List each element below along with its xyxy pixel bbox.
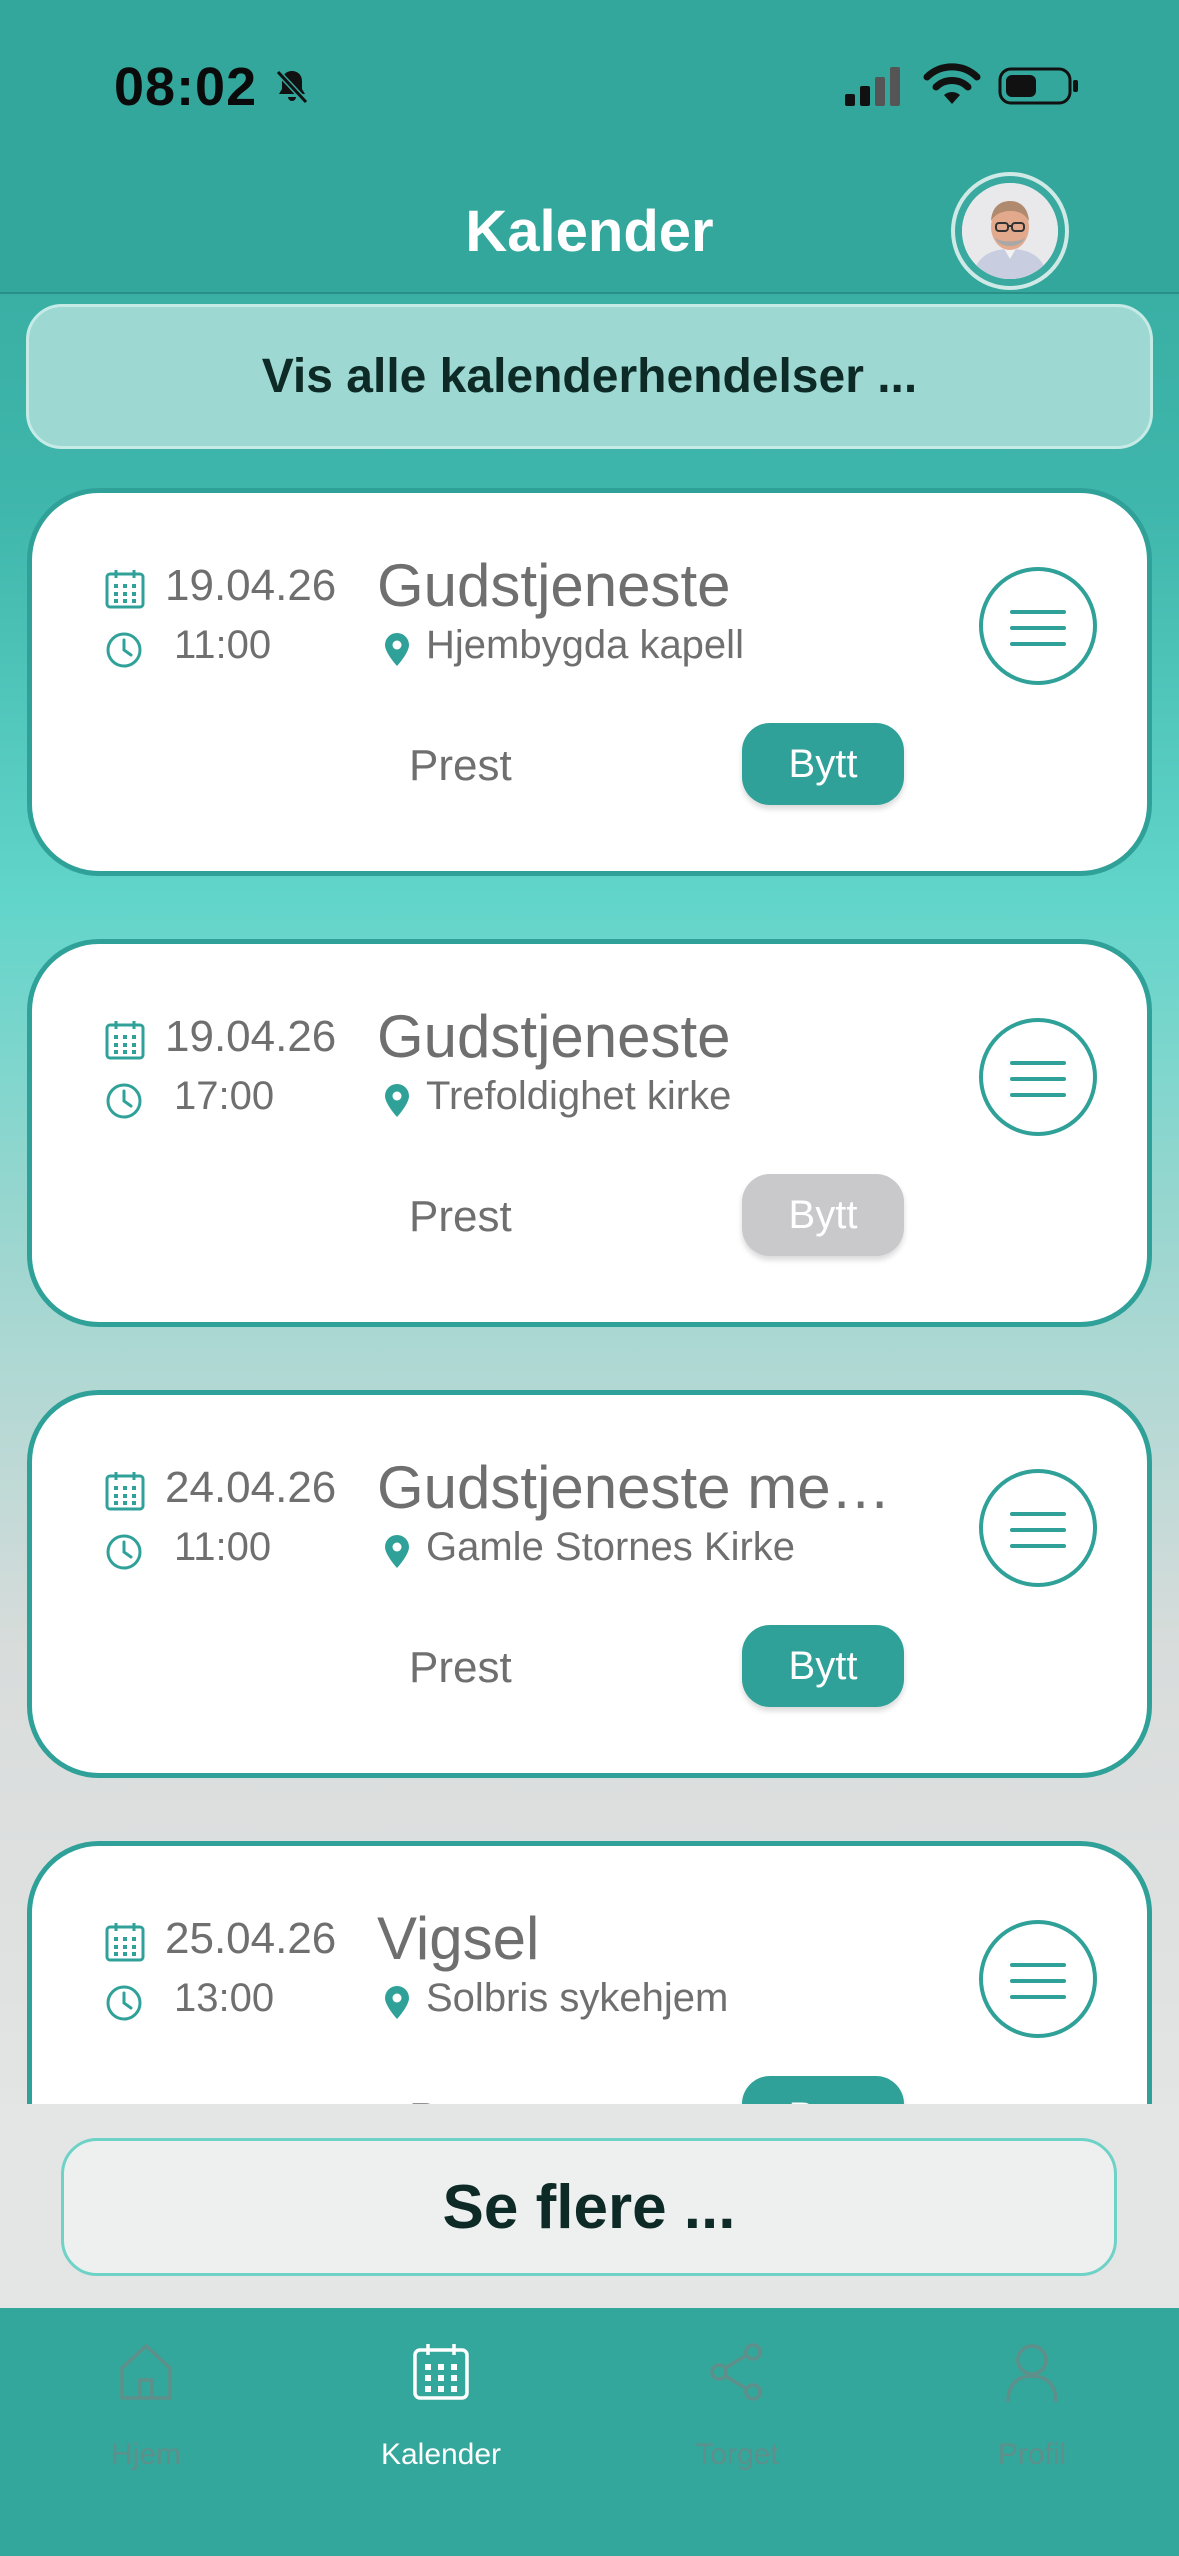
event-time: 11:00 (174, 623, 272, 667)
event-date: 19.04.26 (165, 561, 337, 610)
bell-muted-icon (275, 69, 309, 105)
event-date: 25.04.26 (165, 1914, 337, 1963)
event-card[interactable]: 25.04.26 13:00 Vigsel Solbris sykehjem P… (27, 1841, 1152, 2104)
clock-icon (106, 1534, 142, 1570)
tab-profile[interactable]: Profil (912, 2328, 1152, 2478)
location-pin-icon (385, 1986, 409, 2019)
event-role: Prest (409, 1192, 512, 1241)
tab-label: Torget (695, 2438, 779, 2471)
tab-label: Profil (997, 2438, 1067, 2471)
event-location: Hjembygda kapell (426, 623, 744, 667)
clock-icon (106, 1083, 142, 1119)
tab-calendar[interactable]: Kalender (321, 2328, 561, 2478)
event-role: Prest (409, 2094, 512, 2104)
share-icon (710, 2343, 762, 2401)
location-pin-icon (385, 633, 409, 666)
home-icon (120, 2344, 172, 2400)
event-menu-button[interactable] (979, 1920, 1097, 2038)
wifi-icon (923, 63, 981, 104)
swap-button[interactable]: Bytt (742, 723, 904, 805)
hamburger-menu-icon (1010, 610, 1066, 614)
event-time: 17:00 (174, 1074, 275, 1118)
tab-label: Kalender (380, 2438, 502, 2471)
battery-icon (998, 67, 1078, 105)
hamburger-menu-icon (1010, 1061, 1066, 1065)
tab-home[interactable]: Hjem (26, 2328, 266, 2478)
event-list[interactable]: 19.04.26 11:00 Gudstjeneste Hjembygda ka… (0, 470, 1179, 2104)
show-all-events-button[interactable]: Vis alle kalenderhendelser ... (26, 304, 1153, 449)
status-bar: 08:02 (0, 0, 1179, 170)
tab-label: Hjem (110, 2438, 181, 2471)
event-card[interactable]: 19.04.26 17:00 Gudstjeneste Trefoldighet… (27, 939, 1152, 1327)
clock-icon (106, 632, 142, 668)
status-time: 08:02 (114, 57, 258, 117)
avatar[interactable] (962, 183, 1058, 279)
event-role: Prest (409, 741, 512, 790)
tab-bar: Hjem Kalender Torget Profil (0, 2308, 1179, 2556)
calendar-icon (105, 570, 145, 609)
event-title: Gudstjeneste (377, 1003, 731, 1070)
event-role: Prest (409, 1643, 512, 1692)
profile-icon (1006, 2344, 1058, 2403)
avatar-image-icon (962, 183, 1058, 279)
event-card[interactable]: 19.04.26 11:00 Gudstjeneste Hjembygda ka… (27, 488, 1152, 876)
event-title: Gudstjeneste me… (377, 1454, 891, 1521)
event-location: Trefoldighet kirke (426, 1074, 732, 1118)
event-menu-button[interactable] (979, 1018, 1097, 1136)
event-date: 19.04.26 (165, 1012, 337, 1061)
location-pin-icon (385, 1084, 409, 1117)
event-card[interactable]: 24.04.26 11:00 Gudstjeneste me… Gamle St… (27, 1390, 1152, 1778)
event-menu-button[interactable] (979, 1469, 1097, 1587)
hamburger-menu-icon (1010, 1512, 1066, 1516)
event-time: 13:00 (174, 1976, 275, 2020)
tab-torget[interactable]: Torget (617, 2328, 857, 2478)
event-date: 24.04.26 (165, 1463, 337, 1512)
swap-button: Bytt (742, 1174, 904, 1256)
hamburger-menu-icon (1010, 1963, 1066, 1967)
location-pin-icon (385, 1535, 409, 1568)
event-menu-button[interactable] (979, 567, 1097, 685)
event-location: Gamle Stornes Kirke (426, 1525, 796, 1569)
see-more-button[interactable]: Se flere ... (61, 2138, 1117, 2276)
swap-button[interactable]: Bytt (742, 2076, 904, 2104)
swap-button[interactable]: Bytt (742, 1625, 904, 1707)
clock-icon (106, 1985, 142, 2021)
event-location: Solbris sykehjem (426, 1976, 729, 2020)
calendar-icon (105, 1472, 145, 1511)
cellular-signal-icon (845, 67, 900, 106)
event-title: Gudstjeneste (377, 552, 731, 619)
calendar-icon (413, 2344, 469, 2400)
event-time: 11:00 (174, 1525, 272, 1569)
bottom-panel: Se flere ... (0, 2104, 1179, 2308)
calendar-icon (105, 1021, 145, 1060)
event-title: Vigsel (377, 1905, 540, 1972)
calendar-icon (105, 1923, 145, 1962)
